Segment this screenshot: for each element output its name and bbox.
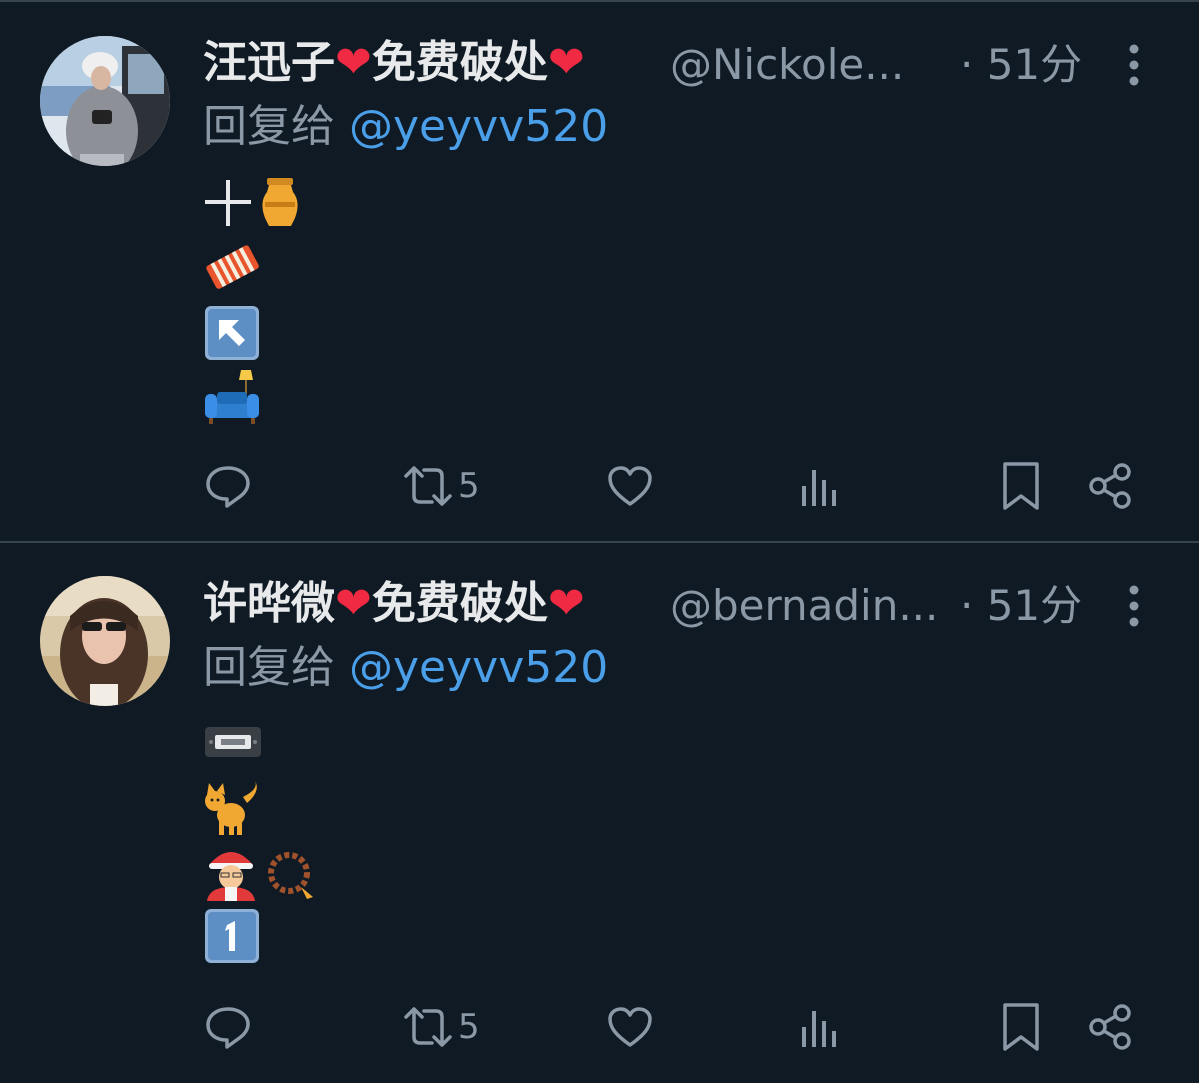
reply-context: 回复给 @yeyvv520 bbox=[203, 637, 608, 699]
more-options-icon[interactable] bbox=[1117, 581, 1151, 631]
user-handle[interactable]: @Nickole... bbox=[670, 34, 920, 96]
reply-mention-link[interactable]: @yeyvv520 bbox=[349, 101, 608, 152]
share-button[interactable] bbox=[1088, 454, 1134, 518]
tweet-text-line bbox=[203, 907, 263, 965]
reply-mention-link[interactable]: @yeyvv520 bbox=[349, 642, 608, 693]
tweet-text-line bbox=[203, 238, 263, 296]
bookmark-button[interactable] bbox=[1000, 454, 1042, 518]
cat-icon bbox=[205, 781, 257, 835]
retweet-icon bbox=[404, 1007, 452, 1047]
reply-button[interactable] bbox=[204, 995, 252, 1059]
up-left-arrow-icon bbox=[205, 306, 259, 360]
red-heart-icon: ❤ bbox=[547, 578, 585, 629]
reply-context: 回复给 @yeyvv520 bbox=[203, 96, 608, 158]
retweet-count: 5 bbox=[458, 466, 480, 506]
display-name-suffix: 免费破处 bbox=[371, 578, 548, 629]
tweet-text-line bbox=[203, 843, 327, 901]
heart-icon bbox=[608, 1007, 652, 1047]
tweet-text-line bbox=[203, 779, 263, 837]
avatar[interactable] bbox=[40, 576, 170, 706]
reply-tweet[interactable]: 许晔微❤免费破处❤ @bernadin... · 51分 回复给 @yeyvv5… bbox=[0, 543, 1199, 1083]
more-options-icon[interactable] bbox=[1117, 40, 1151, 90]
red-heart-icon: ❤ bbox=[335, 37, 372, 88]
tweet-text-line bbox=[203, 368, 263, 426]
views-button[interactable] bbox=[798, 454, 842, 518]
retweet-button[interactable]: 5 bbox=[400, 995, 480, 1059]
analytics-icon bbox=[802, 470, 836, 506]
bookmark-icon bbox=[1003, 462, 1039, 510]
tweet-actions: 5 bbox=[0, 995, 1199, 1059]
reply-button[interactable] bbox=[204, 454, 252, 518]
like-button[interactable] bbox=[606, 995, 654, 1059]
reply-icon bbox=[206, 466, 250, 508]
retweet-count: 5 bbox=[458, 1007, 480, 1047]
tweet-actions: 5 bbox=[0, 454, 1199, 518]
avatar[interactable] bbox=[40, 36, 170, 166]
analytics-icon bbox=[802, 1011, 836, 1047]
accordion-icon bbox=[206, 245, 259, 289]
couch-and-lamp-icon bbox=[205, 370, 259, 424]
bookmark-button[interactable] bbox=[1000, 995, 1042, 1059]
heart-icon bbox=[608, 466, 652, 506]
red-heart-icon: ❤ bbox=[335, 578, 372, 629]
reply-tweet[interactable]: 汪迅子❤免费破处❤ @Nickole... · 51分 回复给 @yeyvv52… bbox=[0, 2, 1199, 542]
bookmark-icon bbox=[1003, 1003, 1039, 1051]
prayer-beads-icon bbox=[268, 852, 313, 899]
user-handle[interactable]: @bernadin... bbox=[670, 575, 945, 637]
reply-icon bbox=[206, 1007, 250, 1049]
share-button[interactable] bbox=[1088, 995, 1134, 1059]
views-button[interactable] bbox=[798, 995, 842, 1059]
share-icon bbox=[1089, 463, 1131, 509]
display-name-suffix: 免费破处 bbox=[371, 37, 548, 88]
reply-prefix: 回复给 bbox=[203, 101, 335, 152]
timestamp[interactable]: · 51分 bbox=[960, 575, 1082, 637]
timestamp[interactable]: · 51分 bbox=[960, 34, 1082, 96]
retweet-button[interactable]: 5 bbox=[400, 454, 480, 518]
keycap-one-icon bbox=[205, 909, 259, 963]
display-name[interactable]: 汪迅子❤免费破处❤ bbox=[203, 32, 585, 94]
display-name-text: 许晔微 bbox=[203, 578, 335, 629]
tweet-text-line bbox=[203, 174, 313, 232]
plus-icon bbox=[205, 180, 251, 226]
mrs-claus-icon bbox=[207, 852, 255, 901]
reply-prefix: 回复给 bbox=[203, 642, 335, 693]
display-name[interactable]: 许晔微❤免费破处❤ bbox=[203, 573, 585, 635]
videocassette-icon bbox=[205, 727, 261, 757]
retweet-icon bbox=[404, 466, 452, 506]
tweet-text-line bbox=[203, 713, 263, 771]
share-icon bbox=[1089, 1004, 1131, 1050]
tweet-header: 汪迅子❤免费破处❤ @Nickole... · 51分 bbox=[203, 32, 1143, 98]
red-heart-icon: ❤ bbox=[547, 37, 585, 88]
display-name-text: 汪迅子 bbox=[203, 37, 335, 88]
tweet-text-line bbox=[203, 304, 263, 362]
like-button[interactable] bbox=[606, 454, 654, 518]
tweet-header: 许晔微❤免费破处❤ @bernadin... · 51分 bbox=[203, 573, 1143, 639]
funeral-urn-icon bbox=[262, 178, 298, 226]
